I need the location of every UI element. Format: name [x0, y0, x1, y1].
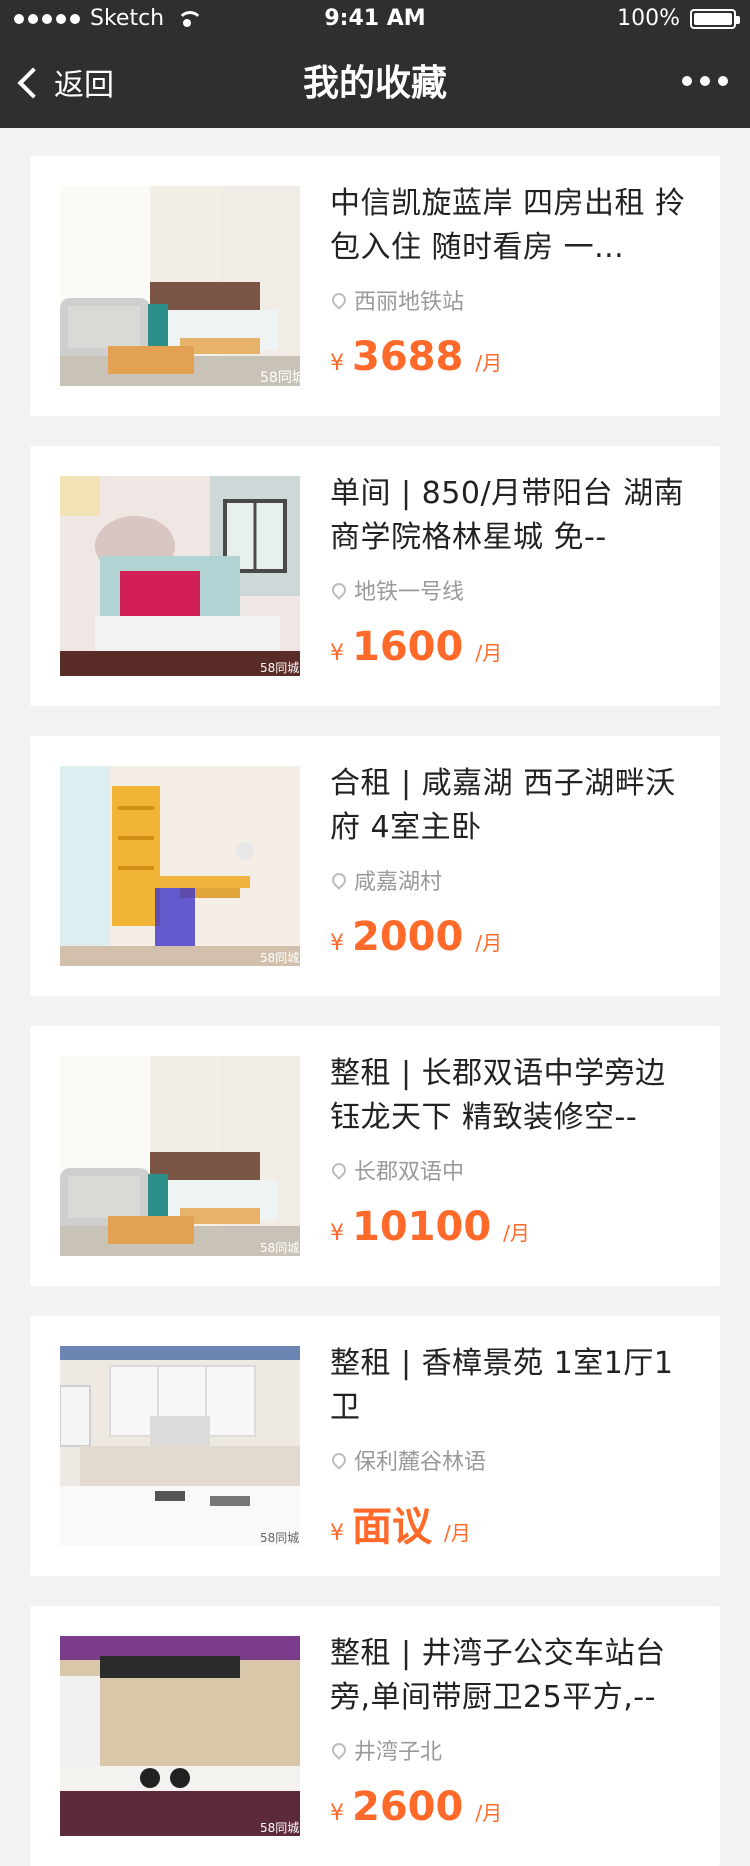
more-dot-icon	[718, 76, 728, 86]
listing-image: 58同城	[60, 1346, 300, 1546]
status-bar: Sketch 9:41 AM 100%	[0, 0, 750, 40]
header: Sketch 9:41 AM 100% 返回 我的收藏	[0, 0, 750, 128]
location-text: 长郡双语中	[354, 1160, 465, 1185]
battery-percent: 100%	[617, 6, 680, 31]
price-amount: 2600	[352, 1784, 464, 1830]
listing-title: 整租 | 香樟景苑 1室1厅1卫	[330, 1346, 674, 1425]
price-unit: /月	[475, 931, 503, 955]
price-amount: 1600	[352, 624, 464, 670]
location-text: 地铁一号线	[354, 580, 465, 605]
listing-image: 58同城	[60, 1636, 300, 1836]
listing-price: ¥ 3688 /月	[330, 334, 690, 380]
status-right: 100%	[617, 6, 740, 31]
listing-image: 58同城	[60, 1056, 300, 1256]
watermark-text: 58同城	[260, 1821, 299, 1835]
price-amount: 3688	[352, 334, 464, 380]
study-desk-icon: 58同城	[60, 766, 300, 966]
watermark-text: 58同城	[260, 661, 299, 675]
listing-info: 整租 | 长郡双语中学旁边 钰龙天下 精致装修空-- 长郡双语中 ¥ 10100…	[329, 1052, 690, 1250]
listing-card[interactable]: 58同城 整租 | 井湾子公交车站台旁,单间带厨卫25平方,-- 井湾子北 ¥ …	[30, 1606, 720, 1866]
more-dot-icon	[682, 76, 692, 86]
listing-card[interactable]: 58同城 合租 | 咸嘉湖 西子湖畔沃府 4室主卧 咸嘉湖村 ¥ 2000 /月	[30, 736, 720, 996]
listing-title: 合租 | 咸嘉湖 西子湖畔沃府 4室主卧	[330, 766, 676, 845]
location-pin-icon	[329, 1160, 349, 1180]
kitchen-stove-icon: 58同城	[60, 1636, 300, 1836]
listing-card[interactable]: 58同城 整租 | 香樟景苑 1室1厅1卫 保利麓谷林语 ¥ 面议 /月	[30, 1316, 720, 1576]
listing-price: ¥ 2000 /月	[330, 914, 690, 960]
bedroom-bed-icon: 58同城	[60, 476, 300, 676]
battery-icon	[690, 8, 740, 29]
price-unit: /月	[444, 1521, 471, 1545]
listing-title: 整租 | 井湾子公交车站台旁,单间带厨卫25平方,--	[330, 1636, 666, 1715]
watermark-text: 58同城	[260, 370, 300, 386]
listing-card[interactable]: 58同城 单间 | 850/月带阳台 湖南商学院格林星城 免-- 地铁一号线 ¥…	[30, 446, 720, 706]
currency-symbol: ¥	[330, 351, 344, 376]
currency-symbol: ¥	[330, 931, 344, 956]
currency-symbol: ¥	[330, 1521, 344, 1546]
location-pin-icon	[329, 1740, 349, 1760]
watermark-text: 58同城	[260, 951, 299, 965]
nav-bar: 返回 我的收藏	[0, 40, 750, 128]
listing-location: 长郡双语中	[329, 1154, 690, 1186]
listing-price: ¥ 10100 /月	[330, 1204, 690, 1250]
bedroom-sofa-icon: 58同城	[60, 1056, 300, 1256]
listing-card[interactable]: 58同城 整租 | 长郡双语中学旁边 钰龙天下 精致装修空-- 长郡双语中 ¥ …	[30, 1026, 720, 1286]
price-amount: 2000	[352, 914, 464, 960]
watermark-text: 58同城	[260, 1241, 299, 1255]
location-pin-icon	[329, 1450, 349, 1470]
price-amount: 10100	[352, 1204, 492, 1250]
listing-price: ¥ 1600 /月	[330, 624, 690, 670]
location-text: 保利麓谷林语	[354, 1450, 487, 1475]
listing-card[interactable]: 58同城 中信凯旋蓝岸 四房出租 拎包入住 随时看房 一... 西丽地铁站 ¥ …	[30, 156, 720, 416]
listing-location: 地铁一号线	[329, 574, 690, 606]
watermark-text: 58同城	[260, 1531, 299, 1545]
listing-title: 中信凯旋蓝岸 四房出租 拎包入住 随时看房 一...	[330, 186, 686, 265]
listing-location: 咸嘉湖村	[329, 864, 690, 896]
page-title: 我的收藏	[302, 63, 447, 104]
currency-symbol: ¥	[330, 641, 344, 666]
listing-title: 单间 | 850/月带阳台 湖南商学院格林星城 免--	[330, 476, 685, 555]
listing-location: 保利麓谷林语	[329, 1444, 690, 1476]
more-button[interactable]	[682, 76, 728, 86]
listing-title: 整租 | 长郡双语中学旁边 钰龙天下 精致装修空--	[330, 1056, 666, 1135]
location-pin-icon	[329, 870, 349, 890]
listing-location: 西丽地铁站	[329, 284, 690, 316]
listing-image: 58同城	[60, 186, 300, 386]
listing-price: ¥ 2600 /月	[330, 1784, 690, 1830]
kitchen-icon: 58同城	[60, 1346, 300, 1546]
location-pin-icon	[329, 580, 349, 600]
more-dot-icon	[700, 76, 710, 86]
listing-price: ¥ 面议 /月	[330, 1494, 690, 1552]
location-text: 井湾子北	[354, 1740, 443, 1765]
favorites-list: 58同城 中信凯旋蓝岸 四房出租 拎包入住 随时看房 一... 西丽地铁站 ¥ …	[0, 128, 750, 1866]
location-pin-icon	[329, 290, 349, 310]
location-text: 咸嘉湖村	[354, 870, 443, 895]
listing-image: 58同城	[60, 476, 300, 676]
price-unit: /月	[475, 351, 503, 375]
listing-info: 单间 | 850/月带阳台 湖南商学院格林星城 免-- 地铁一号线 ¥ 1600…	[329, 472, 690, 670]
listing-image: 58同城	[60, 766, 300, 966]
listing-location: 井湾子北	[329, 1734, 690, 1766]
currency-symbol: ¥	[330, 1221, 344, 1246]
price-unit: /月	[475, 1801, 503, 1825]
listing-info: 整租 | 香樟景苑 1室1厅1卫 保利麓谷林语 ¥ 面议 /月	[329, 1342, 690, 1552]
price-unit: /月	[475, 641, 503, 665]
location-text: 西丽地铁站	[354, 290, 465, 315]
currency-symbol: ¥	[330, 1801, 344, 1826]
price-unit: /月	[503, 1221, 530, 1245]
bedroom-sofa-icon: 58同城	[60, 186, 300, 386]
listing-info: 整租 | 井湾子公交车站台旁,单间带厨卫25平方,-- 井湾子北 ¥ 2600 …	[329, 1632, 690, 1830]
listing-info: 中信凯旋蓝岸 四房出租 拎包入住 随时看房 一... 西丽地铁站 ¥ 3688 …	[329, 182, 690, 380]
listing-info: 合租 | 咸嘉湖 西子湖畔沃府 4室主卧 咸嘉湖村 ¥ 2000 /月	[329, 762, 690, 960]
price-amount: 面议	[352, 1504, 432, 1550]
